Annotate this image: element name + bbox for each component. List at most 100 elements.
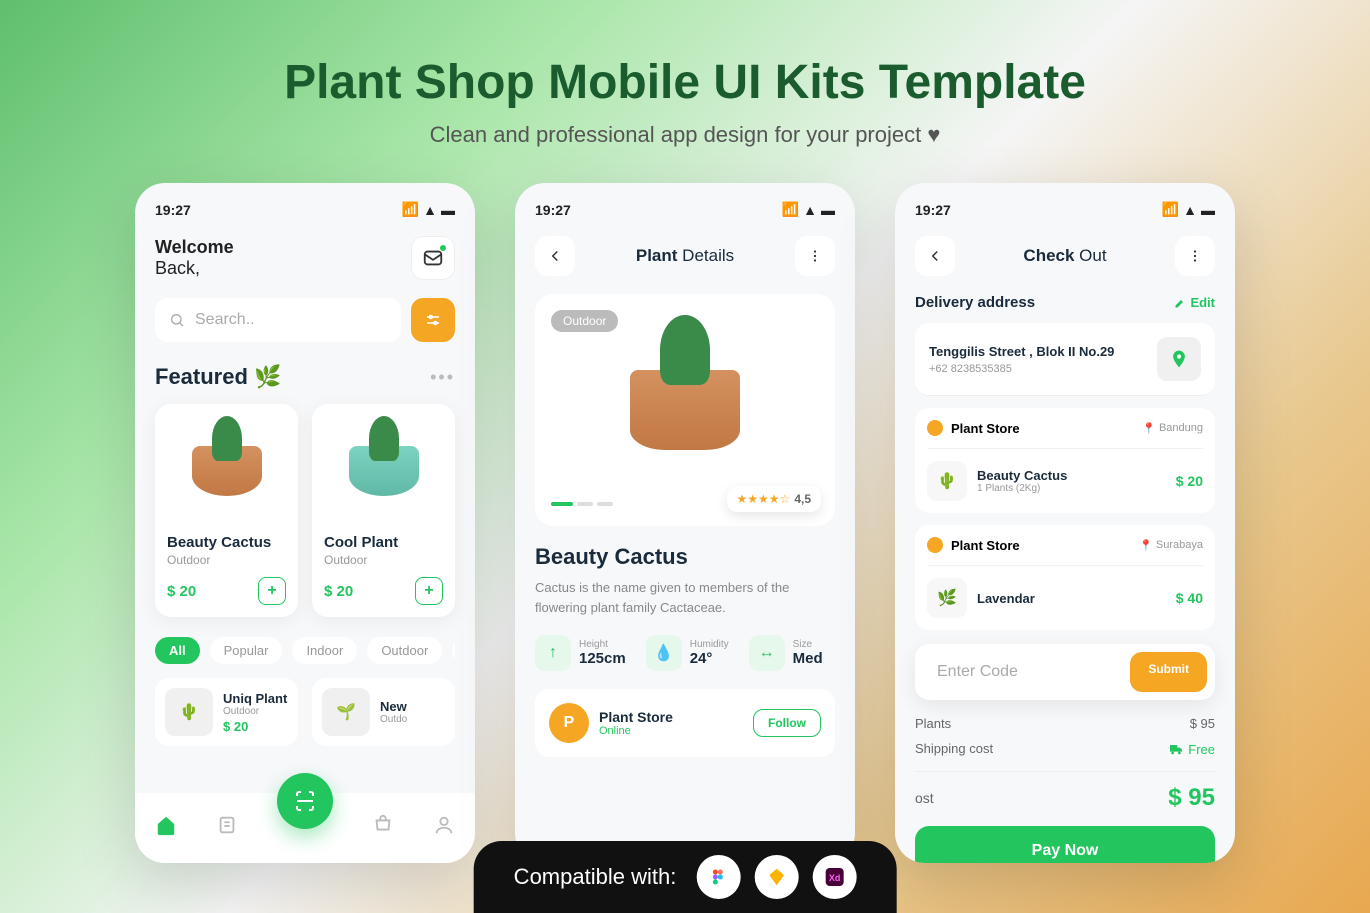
card-title: Beauty Cactus xyxy=(167,534,286,551)
cart-icon xyxy=(372,814,394,836)
screen-checkout: 19:27 📶▲▬ Check Out Delivery address Edi… xyxy=(895,183,1235,863)
spec-height: ↑ Height125cm xyxy=(535,635,626,671)
filter-button[interactable] xyxy=(411,298,455,342)
pill-decor[interactable]: Decor xyxy=(452,637,455,664)
arrow-left-icon xyxy=(926,247,944,265)
home-icon xyxy=(155,814,177,836)
back-button[interactable] xyxy=(915,236,955,276)
scan-icon xyxy=(293,789,317,813)
store-location: 📍Surabaya xyxy=(1139,539,1203,552)
delivery-label: Delivery address xyxy=(915,294,1035,311)
card-category: Outdoor xyxy=(324,553,443,567)
status-icons: 📶 ▲ ▬ xyxy=(402,201,455,218)
menu-button[interactable] xyxy=(1175,236,1215,276)
detail-image xyxy=(551,310,819,510)
store-name: Plant Store xyxy=(951,538,1020,553)
cart-item[interactable]: 🌵 Beauty Cactus 1 Plants (2Kg) $ 20 xyxy=(927,448,1203,501)
cart-item[interactable]: 🌿 Lavendar $ 40 xyxy=(927,565,1203,618)
signal-icon: 📶 xyxy=(402,201,419,218)
list-category: Outdoor xyxy=(223,706,288,717)
add-button[interactable]: + xyxy=(415,577,443,605)
scan-fab[interactable] xyxy=(277,773,333,829)
store-name: Plant Store xyxy=(599,709,673,725)
user-icon xyxy=(433,814,455,836)
arrow-left-icon xyxy=(546,247,564,265)
page-title: Check Out xyxy=(1023,246,1106,266)
status-bar: 19:27 📶▲▬ xyxy=(915,201,1215,218)
dots-vertical-icon xyxy=(1186,247,1204,265)
wifi-icon: ▲ xyxy=(423,202,437,218)
total-label: ost xyxy=(915,790,934,806)
search-icon xyxy=(169,312,185,328)
list-title: Uniq Plant xyxy=(223,691,288,706)
store-status: Online xyxy=(599,725,673,737)
pencil-icon xyxy=(1174,297,1186,309)
map-pin-icon xyxy=(1157,337,1201,381)
status-icons: 📶▲▬ xyxy=(782,201,835,218)
status-time: 19:27 xyxy=(155,202,191,218)
store-section: Plant Store 📍Bandung 🌵 Beauty Cactus 1 P… xyxy=(915,408,1215,513)
edit-button[interactable]: Edit xyxy=(1174,295,1215,310)
status-bar: 19:27 📶 ▲ ▬ xyxy=(155,201,455,218)
resize-icon: ↔ xyxy=(749,635,785,671)
promo-code-input[interactable]: Enter Code xyxy=(923,652,1120,692)
list-item[interactable]: 🌵 Uniq Plant Outdoor $ 20 xyxy=(155,678,298,746)
featured-title: Featured 🌿 xyxy=(155,364,281,390)
search-input[interactable]: Search.. xyxy=(155,298,401,342)
item-name: Lavendar xyxy=(977,591,1035,606)
pill-outdoor[interactable]: Outdoor xyxy=(367,637,442,664)
store-location: 📍Bandung xyxy=(1142,422,1203,435)
plant-image xyxy=(324,416,443,526)
main-title: Plant Shop Mobile UI Kits Template xyxy=(0,55,1370,110)
card-category: Outdoor xyxy=(167,553,286,567)
back-button[interactable] xyxy=(535,236,575,276)
menu-button[interactable] xyxy=(795,236,835,276)
nav-cart[interactable] xyxy=(372,814,394,842)
add-button[interactable]: + xyxy=(258,577,286,605)
pay-button[interactable]: Pay Now xyxy=(915,826,1215,863)
category-tag: Outdoor xyxy=(551,310,618,332)
arrow-up-icon: ↑ xyxy=(535,635,571,671)
item-name: Beauty Cactus xyxy=(977,468,1067,483)
submit-button[interactable]: Submit xyxy=(1130,652,1207,692)
status-time: 19:27 xyxy=(915,202,951,218)
mail-button[interactable] xyxy=(411,236,455,280)
item-thumb: 🌿 xyxy=(927,578,967,618)
featured-card[interactable]: Beauty Cactus Outdoor $ 20 + xyxy=(155,404,298,617)
item-price: $ 20 xyxy=(1176,473,1203,489)
pill-indoor[interactable]: Indoor xyxy=(292,637,357,664)
total-value: $ 95 xyxy=(1168,784,1215,812)
store-avatar: P xyxy=(549,703,589,743)
status-bar: 19:27 📶▲▬ xyxy=(535,201,835,218)
pill-all[interactable]: All xyxy=(155,637,200,664)
list-icon xyxy=(216,814,238,836)
list-item[interactable]: 🌱 New Outdo xyxy=(312,678,455,746)
battery-icon: ▬ xyxy=(441,202,455,218)
status-icons: 📶▲▬ xyxy=(1162,201,1215,218)
mail-icon xyxy=(422,247,444,269)
carousel-dots[interactable] xyxy=(551,502,613,506)
summary: Plants$ 95 Shipping costFree xyxy=(915,716,1215,757)
nav-list[interactable] xyxy=(216,814,238,842)
address-phone: +62 8238535385 xyxy=(929,363,1114,375)
follow-button[interactable]: Follow xyxy=(753,709,821,737)
xd-icon: Xd xyxy=(812,855,856,899)
status-time: 19:27 xyxy=(535,202,571,218)
address-card[interactable]: Tenggilis Street , Blok II No.29 +62 823… xyxy=(915,323,1215,396)
nav-profile[interactable] xyxy=(433,814,455,842)
featured-card[interactable]: Cool Plant Outdoor $ 20 + xyxy=(312,404,455,617)
item-sub: 1 Plants (2Kg) xyxy=(977,483,1067,494)
page-header: Plant Shop Mobile UI Kits Template Clean… xyxy=(0,0,1370,148)
rating-badge: ★★★★☆ 4,5 xyxy=(727,486,821,512)
category-pills: All Popular Indoor Outdoor Decor xyxy=(155,637,455,664)
spec-humidity: 💧 Humidity24° xyxy=(646,635,729,671)
more-button[interactable]: ••• xyxy=(430,367,455,388)
pill-popular[interactable]: Popular xyxy=(210,637,283,664)
item-thumb: 🌵 xyxy=(927,461,967,501)
screen-detail: 19:27 📶▲▬ Plant Details Outdoor ★★★★☆ 4,… xyxy=(515,183,855,863)
store-name: Plant Store xyxy=(951,421,1020,436)
list-price: $ 20 xyxy=(223,719,288,734)
nav-home[interactable] xyxy=(155,814,177,842)
plant-thumb: 🌵 xyxy=(165,688,213,736)
store-row[interactable]: P Plant Store Online Follow xyxy=(535,689,835,757)
